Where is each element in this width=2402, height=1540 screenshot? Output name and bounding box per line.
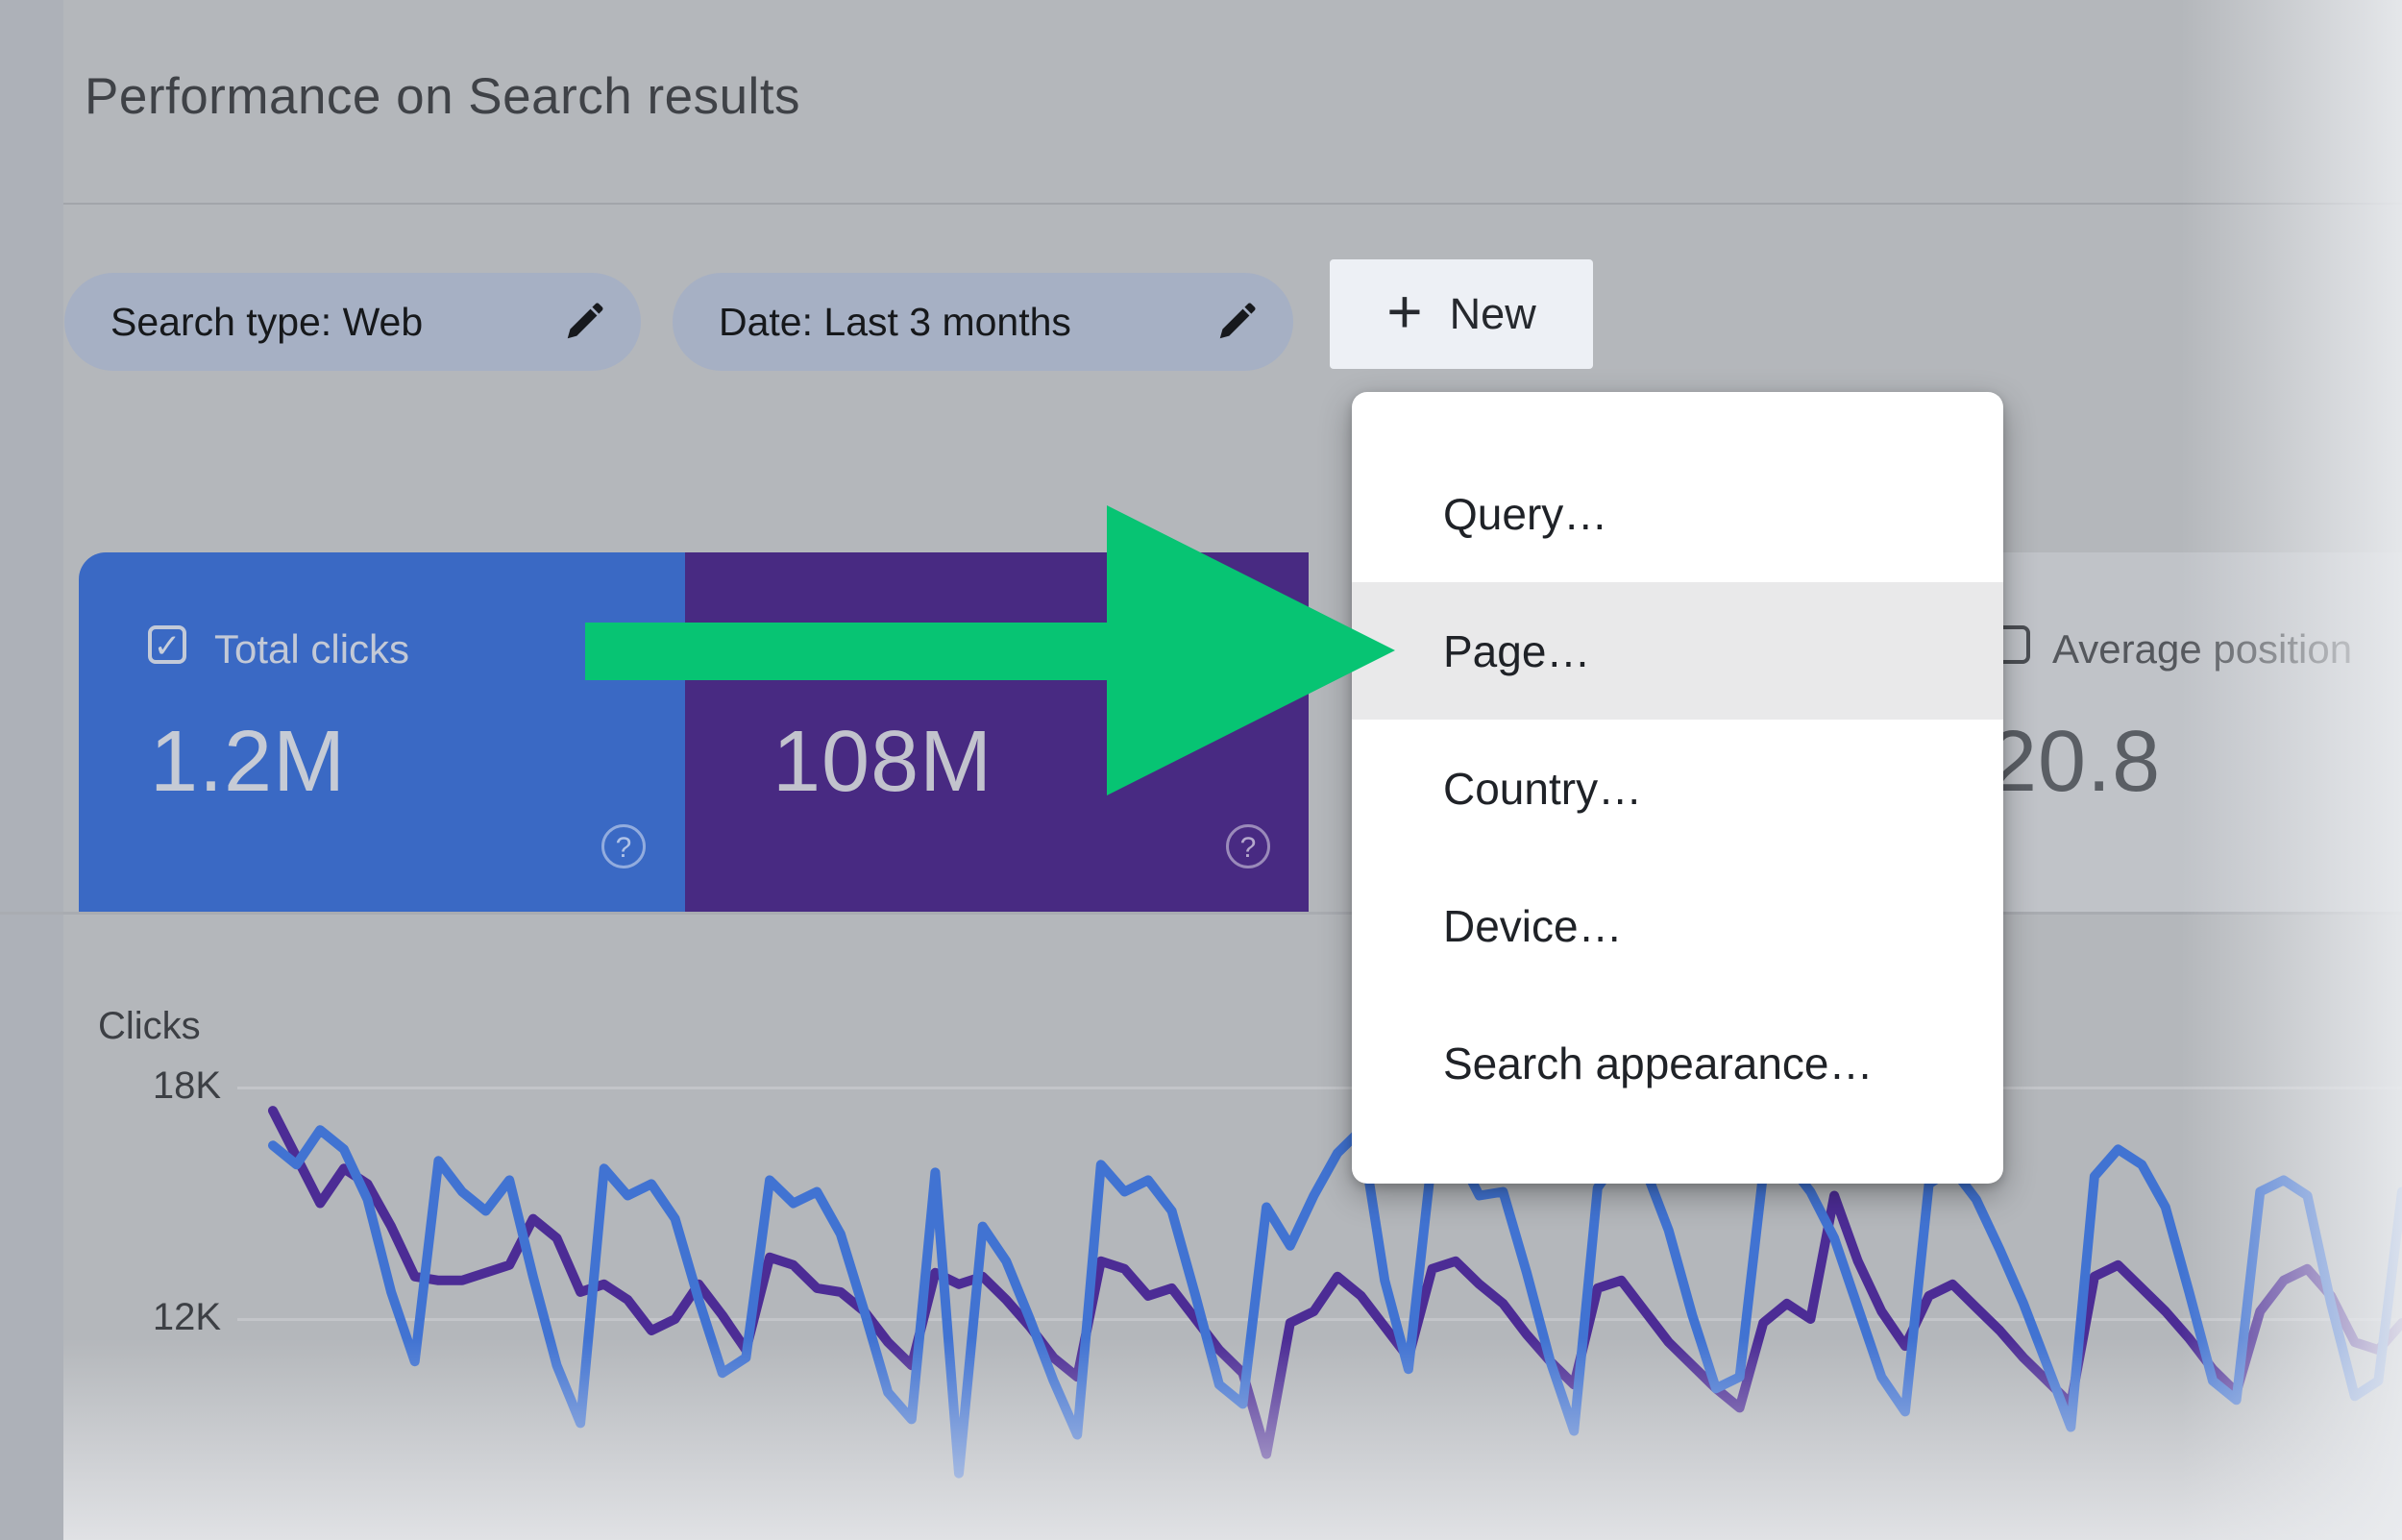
menu-item-search-appearance[interactable]: Search appearance… <box>1352 994 2003 1132</box>
bottom-fade-overlay <box>63 1338 2402 1540</box>
menu-item-device[interactable]: Device… <box>1352 857 2003 994</box>
menu-item-country[interactable]: Country… <box>1352 720 2003 857</box>
new-filter-dropdown-menu: Query… Page… Country… Device… Search app… <box>1352 392 2003 1184</box>
menu-item-query[interactable]: Query… <box>1352 445 2003 582</box>
clicks-chart <box>0 0 2402 1540</box>
search-console-performance-screen: Performance on Search results Search typ… <box>0 0 2402 1540</box>
right-fade-overlay <box>2181 0 2402 1540</box>
menu-item-page[interactable]: Page… <box>1352 582 2003 720</box>
